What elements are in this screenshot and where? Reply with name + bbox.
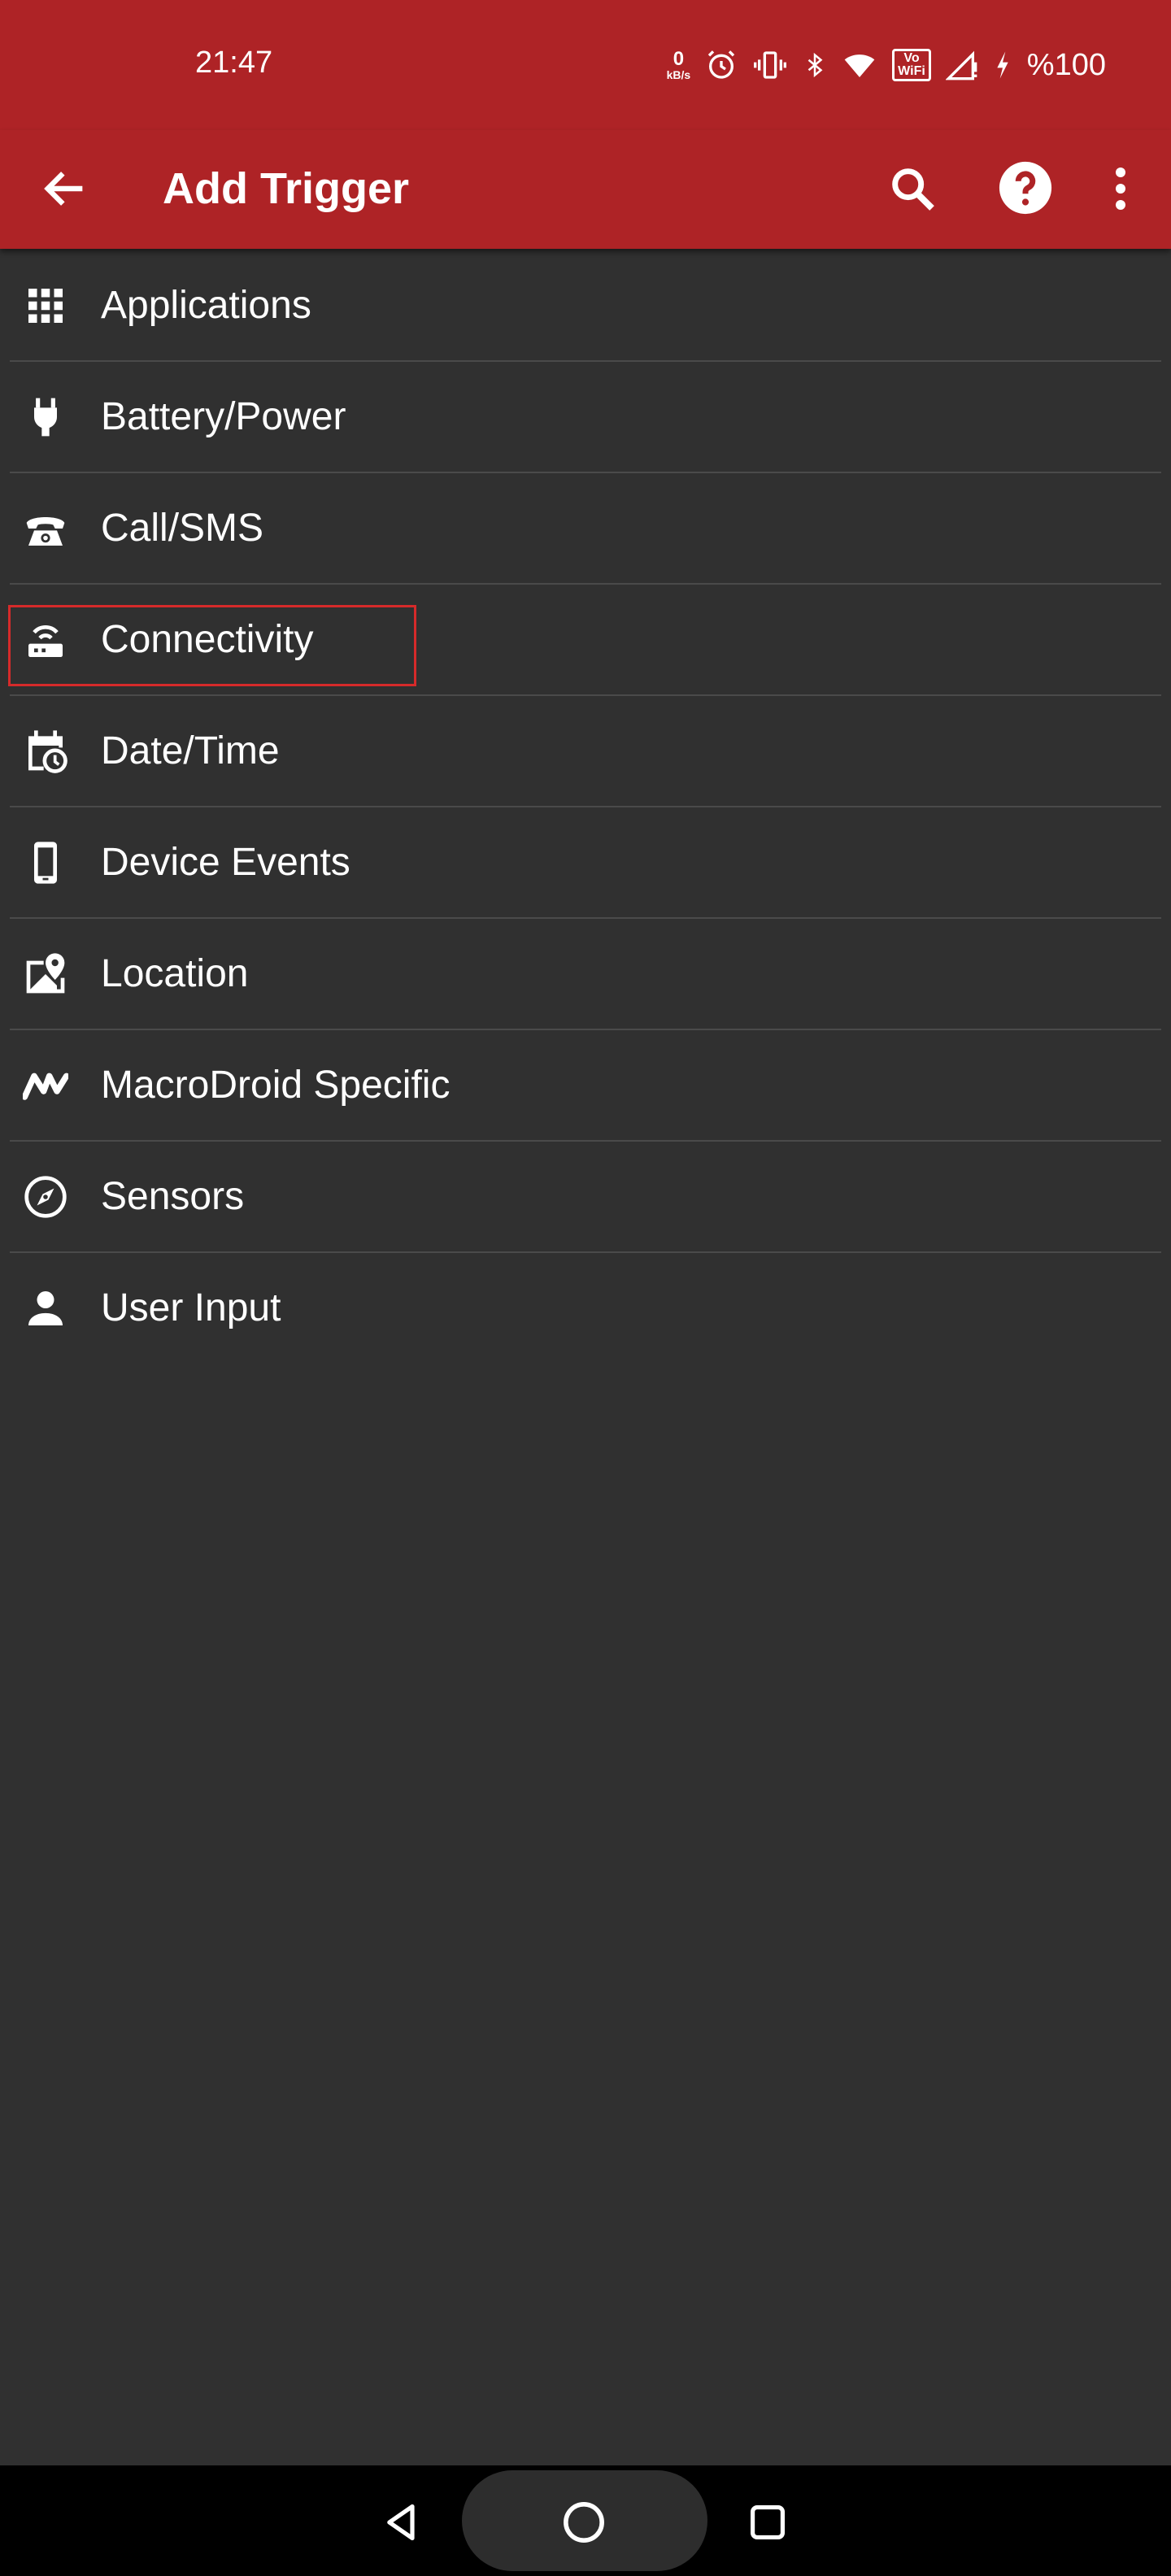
category-sensors[interactable]: Sensors xyxy=(10,1142,1161,1253)
wifi-label: WiFi xyxy=(898,64,925,78)
apps-grid-icon xyxy=(28,289,63,323)
back-arrow-icon[interactable] xyxy=(39,163,91,215)
category-battery-power[interactable]: Battery/Power xyxy=(10,362,1161,473)
battery-level: %100 xyxy=(1026,47,1106,82)
charging-icon xyxy=(997,51,1008,79)
more-vert-icon[interactable] xyxy=(1106,163,1135,215)
category-connectivity[interactable]: Connectivity xyxy=(10,585,1161,696)
status-icons: 0 kB/s Vo WiFi %100 xyxy=(667,41,1106,89)
compass-icon xyxy=(24,1176,67,1218)
category-label: Date/Time xyxy=(101,729,280,772)
router-icon xyxy=(28,625,63,657)
trigger-category-list: Applications Battery/Power Call/SMS Conn… xyxy=(0,250,1171,1364)
calendar-clock-icon xyxy=(28,730,67,773)
category-label: Sensors xyxy=(101,1175,245,1218)
category-label: Location xyxy=(101,952,249,995)
network-speed-unit: kB/s xyxy=(666,68,691,81)
signal-icon xyxy=(945,50,977,80)
volte-wifi-icon: Vo WiFi xyxy=(892,49,931,81)
category-label: MacroDroid Specific xyxy=(101,1064,451,1107)
help-icon[interactable] xyxy=(997,159,1054,216)
page-title: Add Trigger xyxy=(163,164,410,213)
power-plug-icon xyxy=(34,398,57,437)
status-time: 21:47 xyxy=(195,46,273,80)
network-speed-value: 0 xyxy=(673,48,685,70)
search-icon[interactable] xyxy=(886,163,938,215)
smartphone-icon xyxy=(34,842,57,884)
nav-recent-icon[interactable] xyxy=(747,2501,789,2543)
category-label: Call/SMS xyxy=(101,507,264,550)
volte-label: Vo xyxy=(903,51,920,65)
category-label: Battery/Power xyxy=(101,395,346,438)
person-icon xyxy=(28,1291,63,1325)
category-label: Applications xyxy=(101,284,311,327)
category-call-sms[interactable]: Call/SMS xyxy=(10,473,1161,585)
network-speed: 0 kB/s xyxy=(666,48,691,81)
category-label: Connectivity xyxy=(101,618,314,661)
system-nav-bar xyxy=(0,2465,1171,2576)
vibrate-icon xyxy=(754,51,787,79)
category-applications[interactable]: Applications xyxy=(10,250,1161,362)
status-bar: 21:47 0 kB/s Vo WiFi %100 xyxy=(0,0,1171,130)
bluetooth-icon xyxy=(808,52,823,78)
wifi-icon xyxy=(844,54,875,77)
map-pin-icon xyxy=(26,953,65,994)
category-label: User Input xyxy=(101,1286,281,1329)
category-device-events[interactable]: Device Events xyxy=(10,807,1161,919)
category-label: Device Events xyxy=(101,841,350,884)
category-location[interactable]: Location xyxy=(10,919,1161,1030)
nav-back-icon[interactable] xyxy=(381,2501,423,2543)
category-user-input[interactable]: User Input xyxy=(10,1253,1161,1364)
phone-icon xyxy=(26,517,65,546)
category-macrodroid-specific[interactable]: MacroDroid Specific xyxy=(10,1030,1161,1142)
app-bar: Add Trigger xyxy=(0,130,1171,249)
alarm-icon xyxy=(707,50,735,79)
category-date-time[interactable]: Date/Time xyxy=(10,696,1161,807)
macrodroid-logo-icon xyxy=(23,1073,68,1100)
nav-home-icon[interactable] xyxy=(561,2500,607,2545)
